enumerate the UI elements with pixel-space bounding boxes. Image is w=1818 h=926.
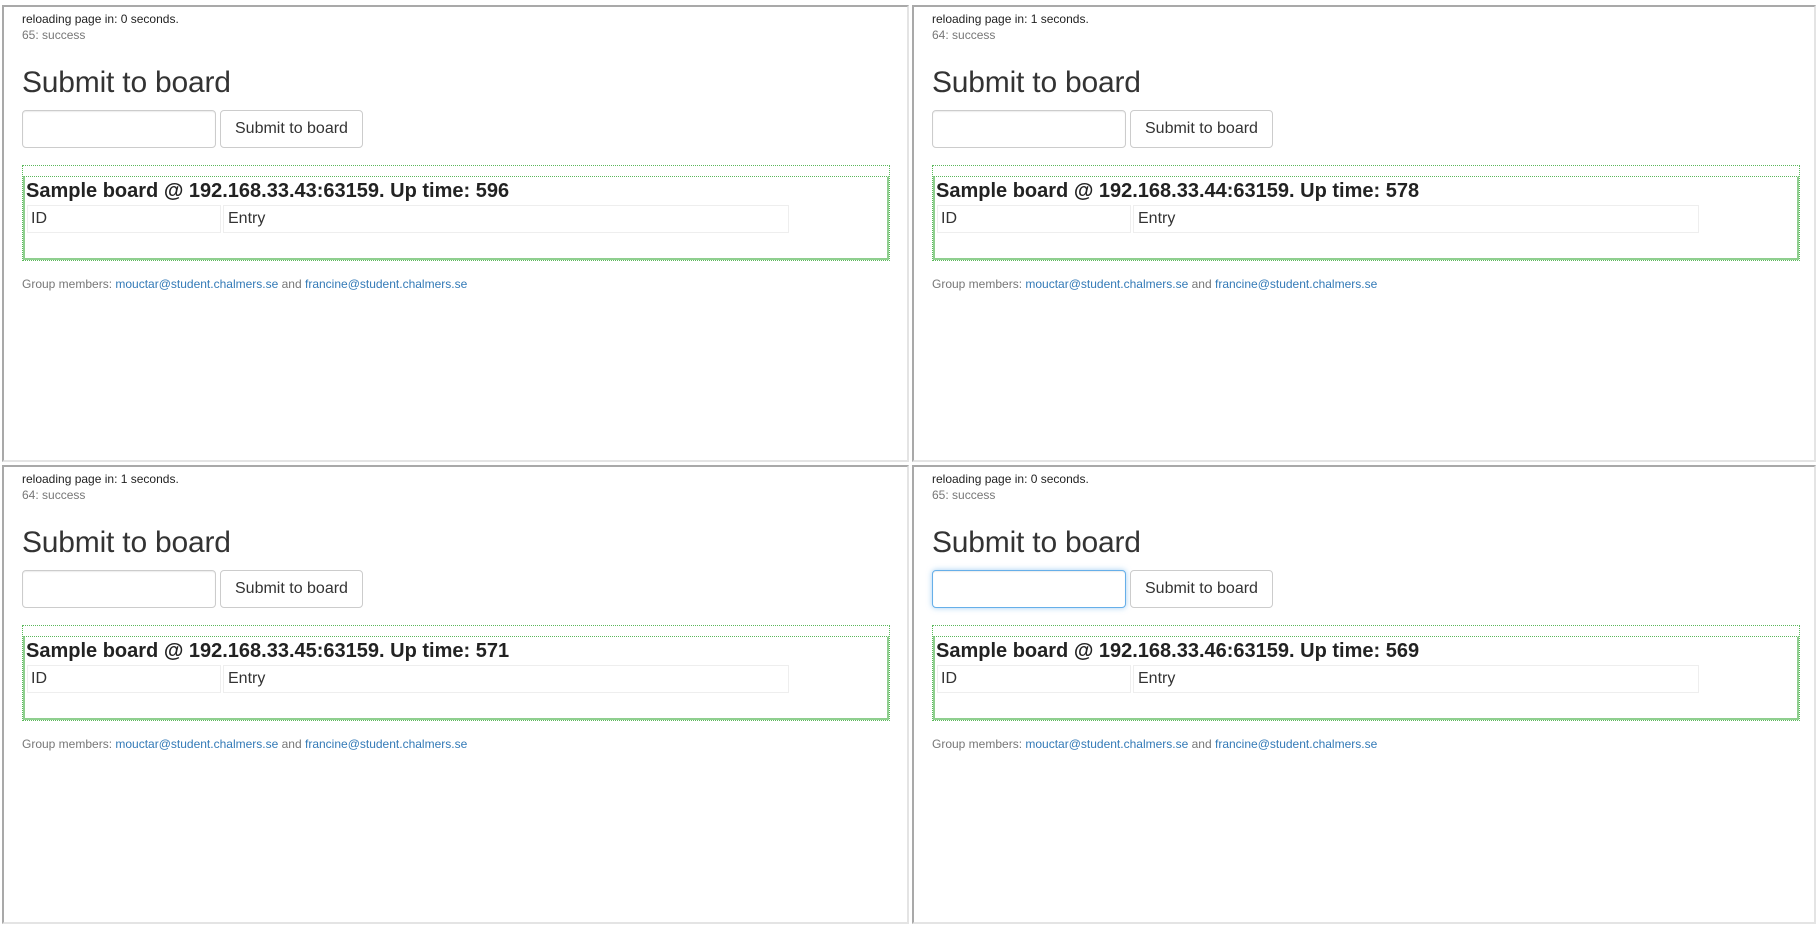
board-container: Sample board @ 192.168.33.45:63159. Up t… <box>22 625 890 721</box>
submit-to-board-button[interactable]: Submit to board <box>1130 110 1273 148</box>
browser-pane-top-left: reloading page in: 0 seconds. 65: succes… <box>2 5 909 462</box>
board-panel: Sample board @ 192.168.33.46:63159. Up t… <box>933 636 1799 720</box>
footer-label: Group members: <box>22 737 116 751</box>
footer-and: and <box>1188 737 1215 751</box>
group-members-footer: Group members: mouctar@student.chalmers.… <box>22 736 891 752</box>
footer-and: and <box>278 277 305 291</box>
entry-input[interactable] <box>22 110 216 148</box>
submit-to-board-button[interactable]: Submit to board <box>220 110 363 148</box>
reload-countdown-text: reloading page in: 1 seconds. <box>22 472 179 486</box>
member-link-francine[interactable]: francine@student.chalmers.se <box>305 277 467 291</box>
column-header-entry: Entry <box>1133 665 1699 693</box>
submit-form: Submit to board <box>22 109 891 149</box>
member-link-mouctar[interactable]: mouctar@student.chalmers.se <box>1025 737 1188 751</box>
column-header-id: ID <box>27 205 221 233</box>
footer-label: Group members: <box>932 277 1026 291</box>
board-table-header: ID Entry <box>27 205 887 233</box>
board-panel: Sample board @ 192.168.33.44:63159. Up t… <box>933 176 1799 260</box>
board-table-header: ID Entry <box>937 205 1797 233</box>
board-title: Sample board @ 192.168.33.45:63159. Up t… <box>26 640 510 662</box>
group-members-footer: Group members: mouctar@student.chalmers.… <box>932 276 1798 292</box>
submission-status-text: 65: success <box>22 28 86 42</box>
board-container: Sample board @ 192.168.33.44:63159. Up t… <box>932 165 1800 261</box>
board-title: Sample board @ 192.168.33.43:63159. Up t… <box>26 180 510 202</box>
board-panel: Sample board @ 192.168.33.45:63159. Up t… <box>23 636 889 720</box>
submit-form: Submit to board <box>22 569 891 609</box>
page-title: Submit to board <box>932 526 1141 559</box>
submission-status-text: 64: success <box>22 488 86 502</box>
page-content: reloading page in: 0 seconds. 65: succes… <box>22 11 891 292</box>
board-table-header: ID Entry <box>27 665 887 693</box>
page-title: Submit to board <box>932 66 1141 99</box>
footer-label: Group members: <box>932 737 1026 751</box>
board-panel: Sample board @ 192.168.33.43:63159. Up t… <box>23 176 889 260</box>
page-title: Submit to board <box>22 526 231 559</box>
submission-status-text: 64: success <box>932 28 996 42</box>
browser-pane-bottom-right: reloading page in: 0 seconds. 65: succes… <box>912 465 1816 924</box>
submission-status-text: 65: success <box>932 488 996 502</box>
group-members-footer: Group members: mouctar@student.chalmers.… <box>932 736 1798 752</box>
member-link-francine[interactable]: francine@student.chalmers.se <box>305 737 467 751</box>
group-members-footer: Group members: mouctar@student.chalmers.… <box>22 276 891 292</box>
page-title: Submit to board <box>22 66 231 99</box>
entry-input[interactable] <box>22 570 216 608</box>
column-header-id: ID <box>937 665 1131 693</box>
board-title: Sample board @ 192.168.33.44:63159. Up t… <box>936 180 1420 202</box>
submit-form: Submit to board <box>932 569 1798 609</box>
browser-pane-bottom-left: reloading page in: 1 seconds. 64: succes… <box>2 465 909 924</box>
member-link-mouctar[interactable]: mouctar@student.chalmers.se <box>1025 277 1188 291</box>
column-header-id: ID <box>937 205 1131 233</box>
column-header-entry: Entry <box>223 665 789 693</box>
reload-countdown-text: reloading page in: 0 seconds. <box>22 12 179 26</box>
submit-to-board-button[interactable]: Submit to board <box>220 570 363 608</box>
submit-to-board-button[interactable]: Submit to board <box>1130 570 1273 608</box>
entry-input[interactable] <box>932 110 1126 148</box>
footer-and: and <box>278 737 305 751</box>
reload-countdown-text: reloading page in: 0 seconds. <box>932 472 1089 486</box>
member-link-francine[interactable]: francine@student.chalmers.se <box>1215 737 1377 751</box>
reload-countdown-text: reloading page in: 1 seconds. <box>932 12 1089 26</box>
column-header-id: ID <box>27 665 221 693</box>
footer-and: and <box>1188 277 1215 291</box>
board-title: Sample board @ 192.168.33.46:63159. Up t… <box>936 640 1420 662</box>
member-link-francine[interactable]: francine@student.chalmers.se <box>1215 277 1377 291</box>
submit-form: Submit to board <box>932 109 1798 149</box>
browser-window-grid: reloading page in: 0 seconds. 65: succes… <box>0 0 1818 926</box>
column-header-entry: Entry <box>1133 205 1699 233</box>
footer-label: Group members: <box>22 277 116 291</box>
member-link-mouctar[interactable]: mouctar@student.chalmers.se <box>115 737 278 751</box>
board-container: Sample board @ 192.168.33.46:63159. Up t… <box>932 625 1800 721</box>
column-header-entry: Entry <box>223 205 789 233</box>
page-content: reloading page in: 1 seconds. 64: succes… <box>22 471 891 752</box>
board-table-header: ID Entry <box>937 665 1797 693</box>
entry-input[interactable] <box>932 570 1126 608</box>
browser-pane-top-right: reloading page in: 1 seconds. 64: succes… <box>912 5 1816 462</box>
page-content: reloading page in: 1 seconds. 64: succes… <box>932 11 1800 292</box>
member-link-mouctar[interactable]: mouctar@student.chalmers.se <box>115 277 278 291</box>
page-content: reloading page in: 0 seconds. 65: succes… <box>932 471 1800 752</box>
board-container: Sample board @ 192.168.33.43:63159. Up t… <box>22 165 890 261</box>
